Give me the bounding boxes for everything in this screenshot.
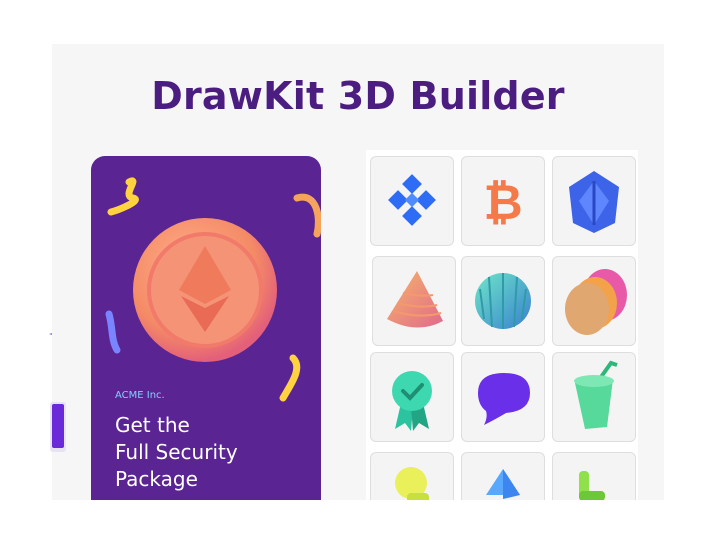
svg-text:₿: ₿ [483, 175, 522, 231]
yellow-squiggle-icon [107, 177, 139, 216]
drink-cup-icon [574, 360, 618, 429]
ribbed-sphere-icon [475, 273, 531, 329]
blue-pyramid-icon [486, 469, 520, 499]
polygon-gem-icon [569, 171, 619, 233]
company-label: ACME Inc. [115, 390, 165, 401]
orange-squiggle-icon [293, 193, 321, 238]
headline-line-3: Package [115, 467, 198, 491]
chat-bubble-icon [478, 373, 530, 425]
green-shape-icon [579, 471, 605, 500]
yellow-squiggle-2-icon [279, 354, 301, 402]
icon-grid: ₿ [366, 150, 638, 500]
icon-tile[interactable] [370, 452, 454, 500]
icon-tile[interactable] [552, 352, 636, 442]
canvas-frame: DrawKit 3D Builder ACME Inc. Get the Ful… [52, 44, 664, 500]
icon-tile[interactable] [552, 156, 636, 246]
icon-tile[interactable] [552, 452, 636, 500]
award-badge-icon [392, 371, 432, 431]
icon-tile[interactable] [552, 256, 636, 346]
icon-tile[interactable] [461, 352, 545, 442]
icon-tile[interactable] [370, 352, 454, 442]
bitcoin-icon: ₿ [483, 175, 522, 231]
headline-line-1: Get the [115, 413, 190, 437]
headline-line-2: Full Security [115, 440, 238, 464]
blue-squiggle-icon [105, 310, 121, 354]
page-title: DrawKit 3D Builder [151, 74, 565, 118]
icon-tile[interactable] [461, 256, 545, 346]
icon-tile[interactable] [461, 452, 545, 500]
stacked-discs-icon [565, 269, 627, 335]
promo-card: ACME Inc. Get the Full Security Package [91, 156, 321, 500]
purple-card-edge-icon [50, 402, 66, 452]
icon-tile[interactable] [370, 156, 454, 246]
promo-headline: Get the Full Security Package [115, 412, 315, 493]
icon-tile[interactable] [372, 256, 456, 346]
ribbed-cone-icon [387, 271, 443, 328]
binance-coin-icon [388, 174, 436, 226]
yellow-shape-icon [395, 467, 429, 500]
icon-tile[interactable]: ₿ [461, 156, 545, 246]
